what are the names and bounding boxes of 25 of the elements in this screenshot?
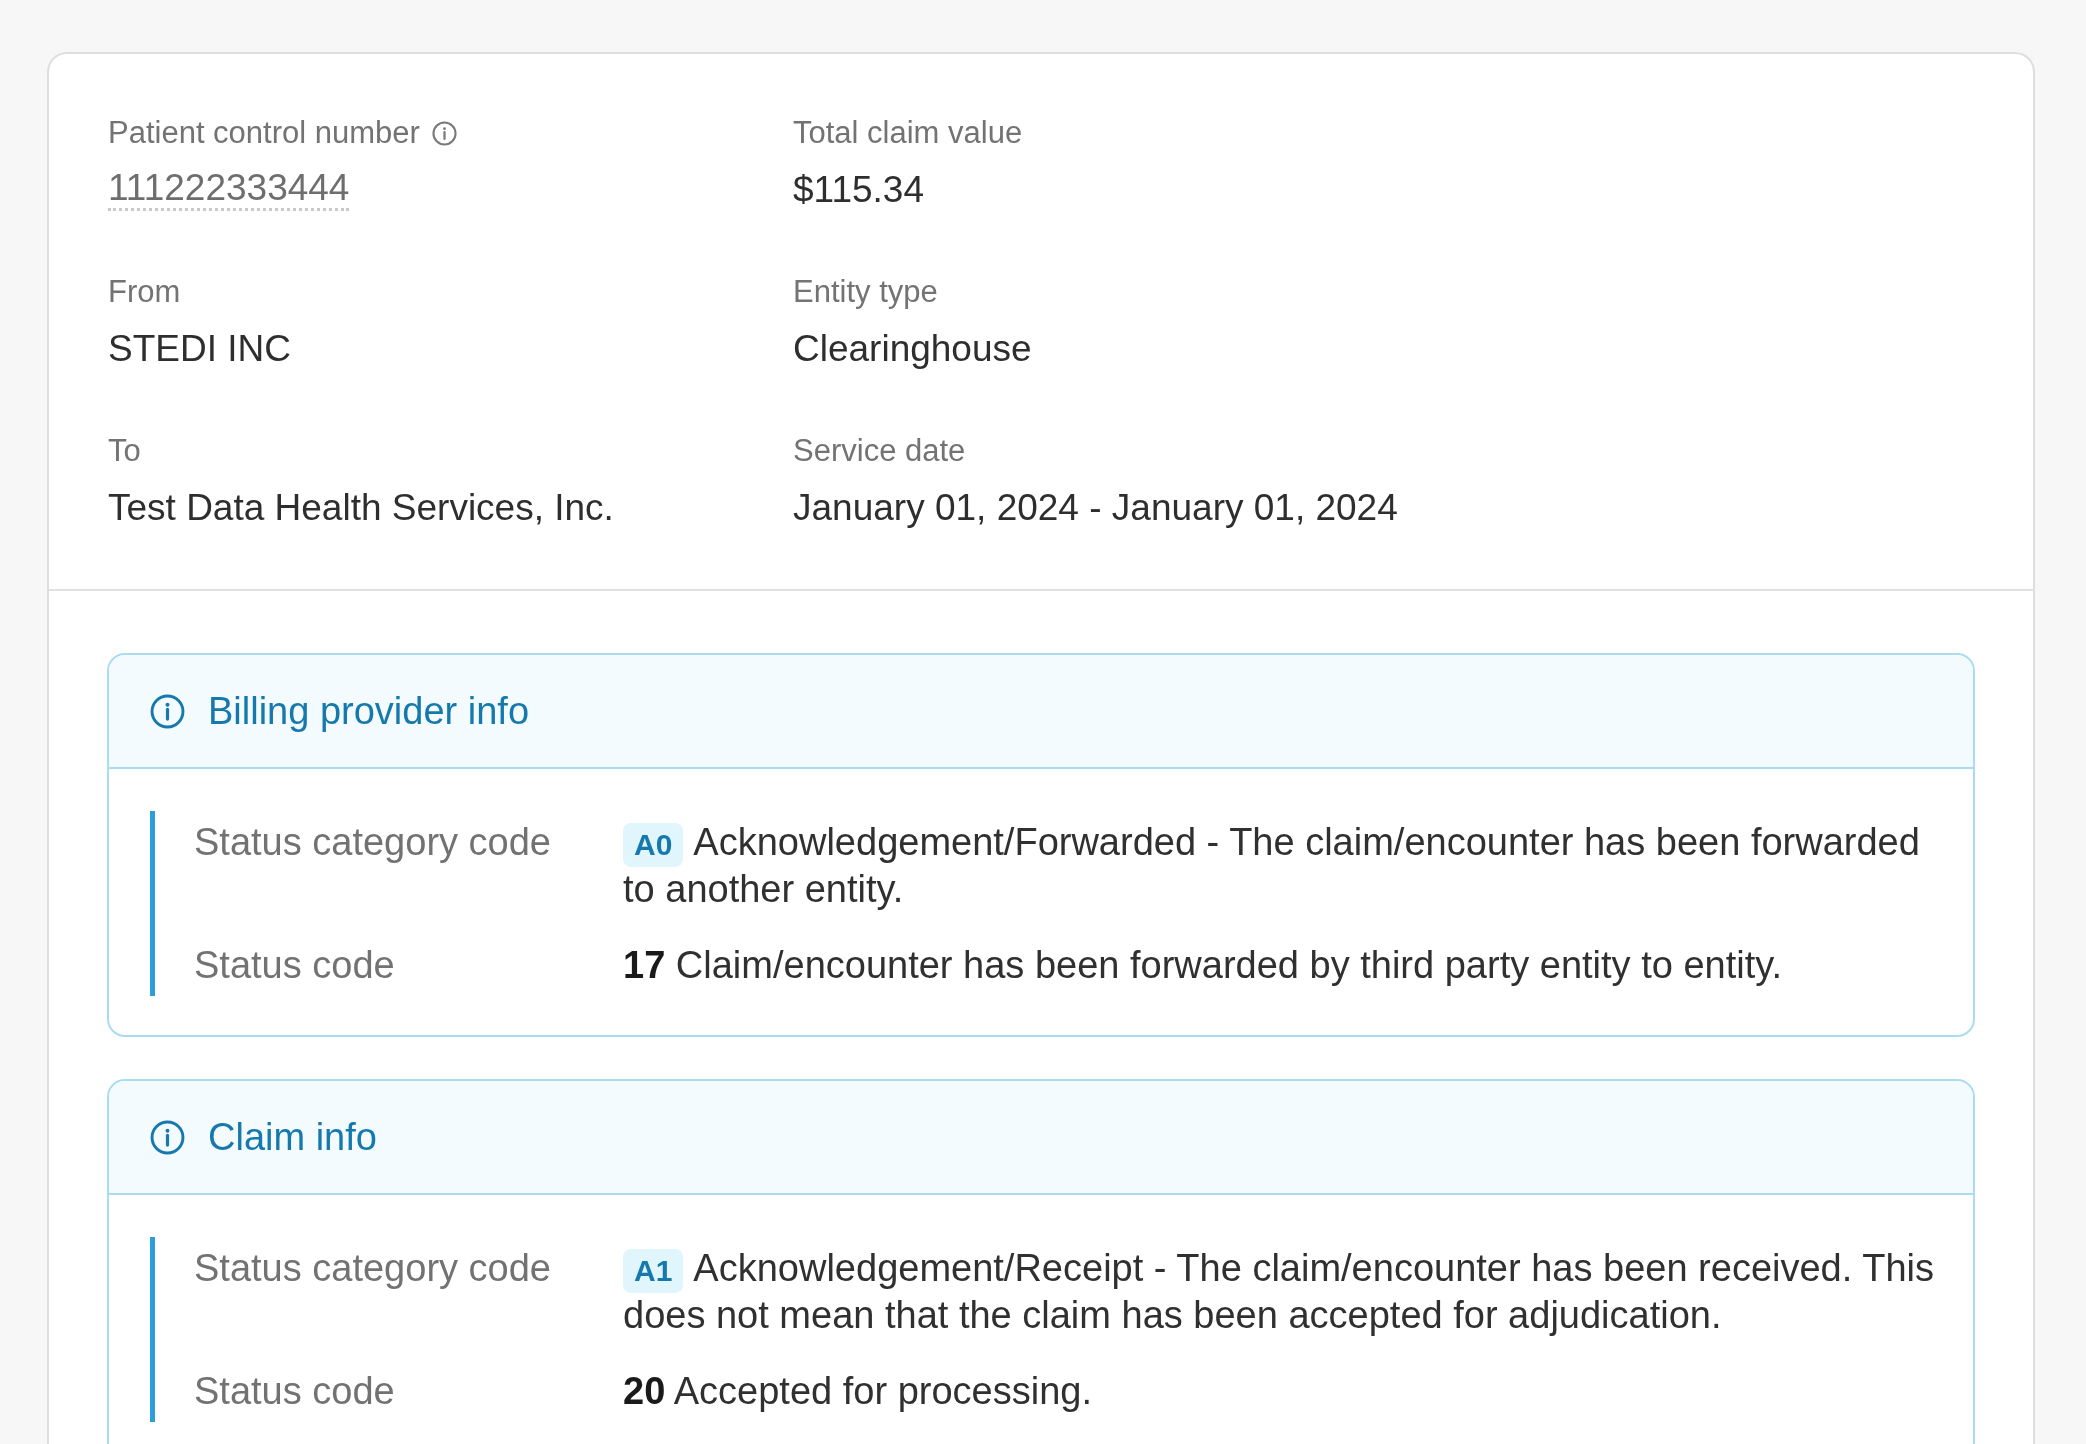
status-label: Status code: [194, 1369, 396, 1413]
field-value: January 01, 2024 - January 01, 2024: [793, 486, 1398, 530]
panel-title: Claim info: [208, 1115, 377, 1160]
info-icon[interactable]: [431, 120, 457, 146]
field-value: STEDI INC: [108, 327, 291, 371]
status-description: 17 Claim/encounter has been forwarded by third party entity to entity.: [623, 943, 1783, 987]
field-label: Entity type: [793, 273, 938, 311]
field-label: Service date: [793, 432, 966, 470]
field-label: Patient control number: [108, 114, 420, 152]
field-label: To: [108, 432, 141, 470]
field-value: $115.34: [793, 168, 924, 212]
status-description: 20 Accepted for processing.: [623, 1369, 1093, 1413]
field-label: Total claim value: [793, 114, 1023, 152]
field-label: From: [108, 273, 181, 311]
info-icon: [150, 1119, 185, 1155]
field-value: Clearinghouse: [793, 327, 1032, 371]
field-value[interactable]: 111222333444: [108, 168, 350, 211]
status-description: A0 Acknowledgement/Forwarded - The claim/encounter has been forwarded to another entity.: [623, 820, 1921, 911]
status-label: Status category code: [194, 1246, 552, 1290]
status-description: A1 Acknowledgement/Receipt - The claim/encounter has been received. This does not mean that the claim has been accepted for adjudication.: [623, 1246, 1935, 1337]
panel-title: Billing provider info: [208, 689, 530, 734]
status-label: Status category code: [194, 820, 552, 864]
status-label: Status code: [194, 943, 396, 987]
field-value: Test Data Health Services, Inc.: [108, 486, 614, 530]
info-icon: [150, 693, 185, 729]
